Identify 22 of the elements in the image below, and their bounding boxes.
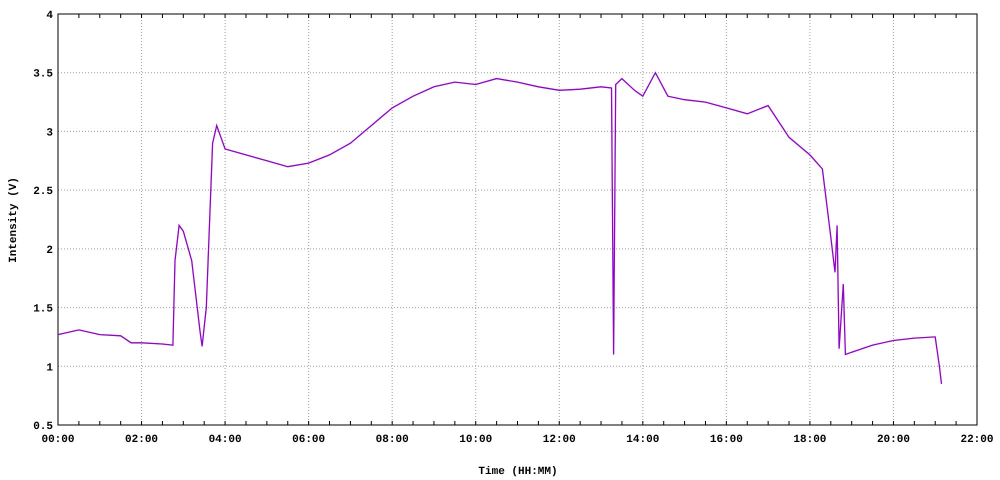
tick-label: 2.5 bbox=[33, 186, 53, 198]
tick-label: 1.5 bbox=[33, 304, 53, 316]
tick-label: 12:00 bbox=[542, 434, 576, 446]
tick-label: 3.5 bbox=[33, 68, 53, 81]
tick-label: 14:00 bbox=[626, 434, 660, 446]
x-axis-title: Time (HH:MM) bbox=[478, 466, 558, 478]
tick-label: 2 bbox=[46, 244, 53, 257]
tick-label: 20:00 bbox=[876, 434, 910, 446]
tick-label: 1 bbox=[46, 362, 53, 374]
tick-label: 10:00 bbox=[459, 434, 492, 446]
tick-label: 08:00 bbox=[376, 434, 409, 446]
tick-label: 00:00 bbox=[42, 434, 74, 446]
tick-label: 4 bbox=[46, 10, 53, 22]
tick-label: 0.5 bbox=[33, 421, 53, 433]
tick-label: 04:00 bbox=[208, 434, 242, 446]
tick-label: 02:00 bbox=[125, 434, 158, 446]
tick-label: 18:00 bbox=[793, 434, 826, 446]
tick-label: 3 bbox=[46, 127, 53, 140]
tick-label: 16:00 bbox=[710, 434, 743, 446]
y-axis-title: Intensity (V) bbox=[8, 177, 20, 263]
tick-label: 22:00 bbox=[960, 434, 994, 446]
tick-label: 06:00 bbox=[292, 434, 326, 446]
